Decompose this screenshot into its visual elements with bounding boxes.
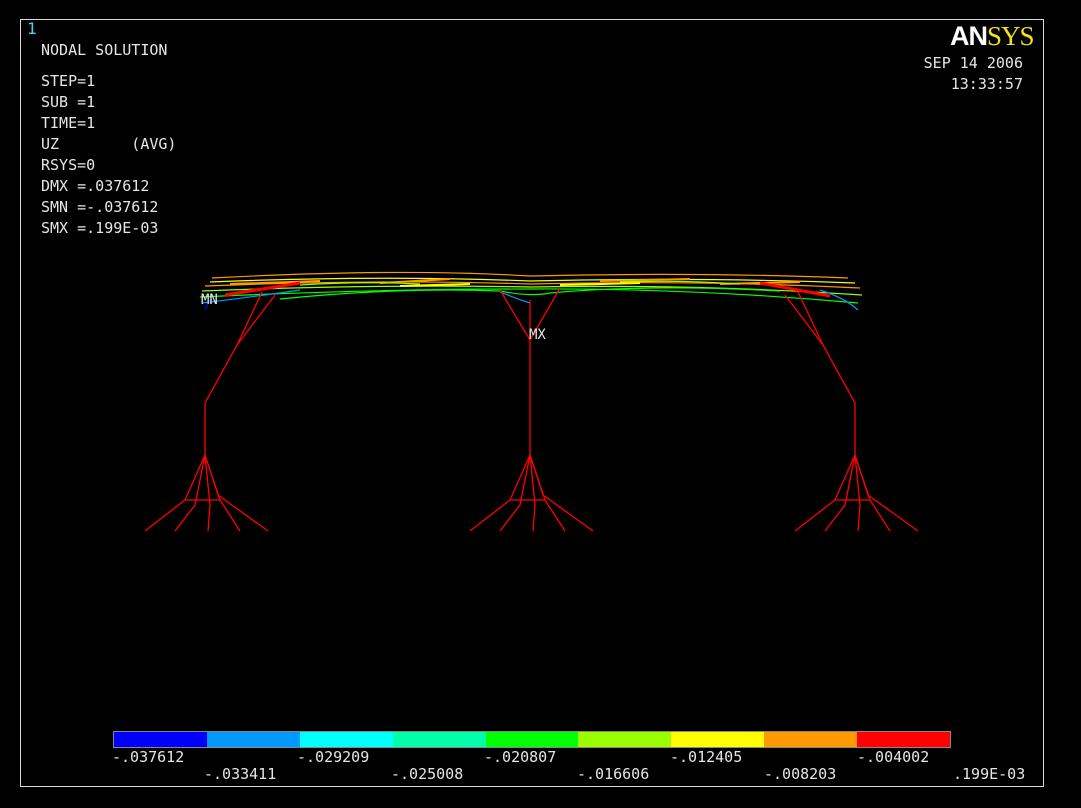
legend-swatch-2: [206, 732, 300, 747]
legend-swatch-7: [671, 732, 765, 747]
min-marker: MN: [201, 292, 218, 308]
legend-label-bottom-1: -.033411: [204, 765, 277, 783]
max-marker: MX: [529, 327, 546, 343]
legend-label-top-5: -.004002: [857, 748, 930, 766]
legend-label-bottom-2: -.025008: [391, 765, 464, 783]
structure-plot: [144, 271, 919, 532]
legend-label-bottom-5: .199E-03: [953, 765, 1026, 783]
legend-swatch-6: [578, 732, 672, 747]
deformed-deck: [199, 271, 863, 311]
legend-swatch-3: [299, 732, 393, 747]
legend-swatch-8: [764, 732, 858, 747]
contour-legend-bar: [113, 731, 951, 748]
legend-swatch-1: [114, 732, 207, 747]
columns-and-footings: [144, 287, 919, 532]
legend-label-bottom-4: -.008203: [764, 765, 837, 783]
legend-label-top-4: -.012405: [670, 748, 743, 766]
legend-swatch-4: [392, 732, 486, 747]
legend-swatch-9: [857, 732, 951, 747]
legend-label-top-3: -.020807: [484, 748, 557, 766]
legend-label-bottom-3: -.016606: [577, 765, 650, 783]
legend-label-top-2: -.029209: [297, 748, 370, 766]
legend-swatch-5: [485, 732, 579, 747]
legend-label-top-1: -.037612: [112, 748, 185, 766]
